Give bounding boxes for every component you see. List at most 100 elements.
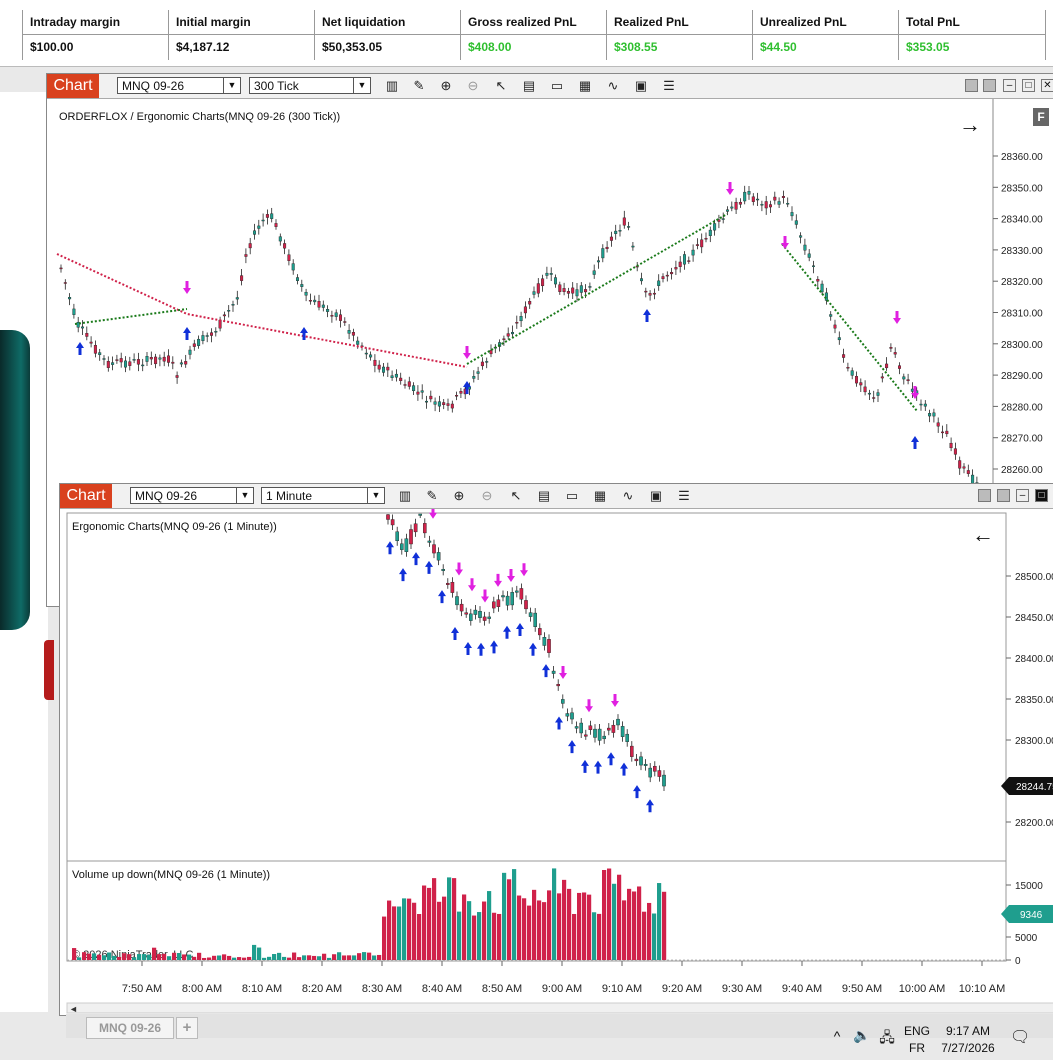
candle — [418, 513, 423, 516]
pointer-icon[interactable]: ↖ — [508, 488, 524, 504]
templates-icon[interactable]: ▣ — [648, 488, 664, 504]
instrument-selector[interactable]: MNQ 09-26 ▼ — [130, 487, 254, 504]
bar-type-icon[interactable]: ▥ — [384, 78, 400, 94]
candle — [790, 212, 794, 217]
volume-bar — [332, 954, 337, 960]
column-header: Initial margin — [169, 10, 315, 35]
indicators-icon[interactable]: ▦ — [592, 488, 608, 504]
price-tick-label: 28500.00 — [1015, 572, 1053, 583]
templates-icon[interactable]: ▣ — [633, 78, 649, 94]
window-tile-button[interactable] — [997, 489, 1010, 502]
clock[interactable]: 9:17 AM 7/27/2026 — [936, 1024, 1000, 1055]
minute-chart-canvas[interactable]: 28500.00 28450.00 28400.00 28350.00 28300.00… — [60, 509, 1053, 1015]
candle — [734, 201, 738, 210]
volume-bar — [492, 912, 497, 960]
candle — [334, 312, 338, 317]
volume-bar — [182, 954, 187, 960]
zoom-out-icon[interactable]: ⊖ — [479, 488, 495, 504]
window-tile-button[interactable] — [983, 79, 996, 92]
background-graphic — [0, 330, 30, 630]
speaker-muted-icon[interactable]: 🔈 — [853, 1027, 871, 1044]
volume-bar — [357, 953, 362, 960]
pencil-icon[interactable]: ✎ — [424, 488, 440, 504]
sell-arrow — [520, 563, 528, 577]
sell-arrow — [481, 589, 489, 603]
instrument-selector[interactable]: MNQ 09-26 ▼ — [117, 77, 241, 94]
window-tile-button[interactable] — [978, 489, 991, 502]
candle — [523, 306, 527, 314]
properties-icon[interactable]: ▭ — [549, 78, 565, 94]
candle — [643, 763, 648, 766]
volume-bar — [597, 913, 602, 960]
chart-menu-button[interactable]: Chart — [47, 74, 99, 98]
pointer-icon[interactable]: ↖ — [493, 78, 509, 94]
notification-icon[interactable]: 🗨 — [1010, 1027, 1030, 1047]
strategies-icon[interactable]: ∿ — [605, 78, 621, 94]
window-tile-button[interactable] — [965, 79, 978, 92]
candle — [257, 225, 261, 229]
candle — [726, 209, 730, 212]
candle — [63, 282, 67, 284]
candle — [966, 470, 970, 474]
minimize-button[interactable]: – — [1016, 489, 1029, 502]
list-icon[interactable]: ☰ — [661, 78, 677, 94]
price-tick-label: 28200.00 — [1015, 818, 1053, 829]
chevron-up-icon[interactable]: ^ — [830, 1028, 844, 1044]
data-box-icon[interactable]: ▤ — [536, 488, 552, 504]
volume-bar — [287, 957, 292, 960]
candle — [558, 284, 562, 292]
price-tick-label: 28270.00 — [1001, 434, 1043, 445]
zoom-in-icon[interactable]: ⊕ — [438, 78, 454, 94]
restore-button[interactable]: □ — [1035, 489, 1048, 502]
zoom-in-icon[interactable]: ⊕ — [451, 488, 467, 504]
pencil-icon[interactable]: ✎ — [411, 78, 427, 94]
chart-window-minute[interactable]: Chart MNQ 09-26 ▼ 1 Minute ▼ ▥ ✎ ⊕ ⊖ ↖ ▤ ▭… — [59, 483, 1053, 1016]
indicators-icon[interactable]: ▦ — [577, 78, 593, 94]
volume-bar — [627, 888, 632, 960]
network-icon[interactable]: 🖧 — [878, 1027, 896, 1051]
sell-arrow — [494, 573, 502, 587]
interval-selector[interactable]: 300 Tick ▼ — [249, 77, 371, 94]
candle — [747, 191, 751, 195]
chart-menu-button[interactable]: Chart — [60, 484, 112, 508]
candle — [678, 261, 682, 267]
time-tick-label: 8:30 AM — [362, 983, 402, 995]
maximize-button[interactable]: □ — [1022, 79, 1035, 92]
buy-arrow — [568, 740, 576, 754]
buy-arrow — [516, 622, 524, 636]
candle — [330, 315, 334, 317]
buy-arrow — [399, 568, 407, 582]
properties-icon[interactable]: ▭ — [564, 488, 580, 504]
zoom-out-icon[interactable]: ⊖ — [465, 78, 481, 94]
buy-arrow — [911, 436, 919, 449]
interval-selector[interactable]: 1 Minute ▼ — [261, 487, 385, 504]
price-tick-label: 28290.00 — [1001, 371, 1043, 382]
candle — [59, 267, 63, 270]
buy-arrow — [594, 760, 602, 774]
volume-bar — [577, 892, 582, 960]
candle — [743, 191, 747, 202]
column-value: $50,353.05 — [322, 40, 383, 54]
list-icon[interactable]: ☰ — [676, 488, 692, 504]
column-header: Unrealized PnL — [753, 10, 899, 35]
candle — [846, 367, 850, 369]
candle — [708, 229, 712, 237]
candle — [295, 277, 299, 281]
candle — [562, 288, 566, 292]
data-box-icon[interactable]: ▤ — [521, 78, 537, 94]
volume-bar — [572, 913, 577, 960]
language-indicator[interactable]: ENG FR — [902, 1024, 932, 1055]
candle — [936, 422, 940, 427]
strategies-icon[interactable]: ∿ — [620, 488, 636, 504]
candle — [554, 277, 558, 285]
bar-type-icon[interactable]: ▥ — [397, 488, 413, 504]
candle — [184, 361, 188, 365]
candle — [240, 275, 244, 281]
candle — [162, 356, 166, 362]
close-button[interactable]: ✕ — [1041, 79, 1053, 92]
minimize-button[interactable]: – — [1003, 79, 1016, 92]
candle — [179, 362, 183, 365]
candle — [119, 358, 123, 363]
candle — [192, 343, 196, 347]
candle — [519, 588, 524, 600]
